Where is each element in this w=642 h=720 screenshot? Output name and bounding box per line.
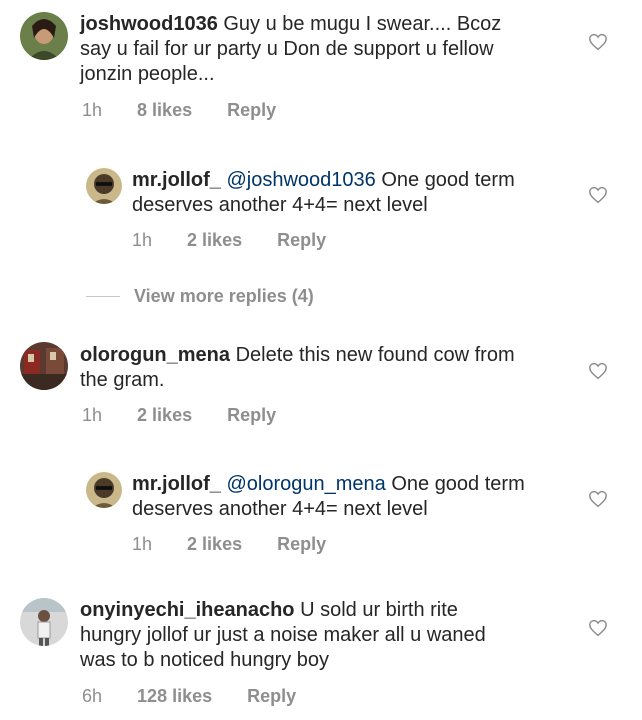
heart-outline-icon[interactable] bbox=[588, 186, 608, 204]
comment-text: onyinyechi_iheanacho U sold ur birth rit… bbox=[80, 598, 520, 673]
comment-time: 1h bbox=[82, 100, 103, 120]
reply-button[interactable]: Reply bbox=[227, 405, 276, 425]
reply-button[interactable]: Reply bbox=[247, 686, 296, 706]
heart-outline-icon[interactable] bbox=[588, 362, 608, 380]
reply-button[interactable]: Reply bbox=[227, 100, 276, 120]
reply-text: mr.jollof_ @olorogun_mena One good term … bbox=[132, 472, 562, 522]
heart-outline-icon[interactable] bbox=[588, 33, 608, 51]
reply-likes[interactable]: 2 likes bbox=[187, 230, 242, 250]
reply-likes[interactable]: 2 likes bbox=[187, 534, 242, 554]
divider-line bbox=[86, 296, 120, 297]
reply-button[interactable]: Reply bbox=[277, 534, 326, 554]
comment-time: 6h bbox=[82, 686, 103, 706]
comment-meta: 6h 128 likes Reply bbox=[82, 686, 326, 707]
reply-button[interactable]: Reply bbox=[277, 230, 326, 250]
view-more-replies-button[interactable]: View more replies (4) bbox=[86, 286, 314, 307]
avatar[interactable] bbox=[20, 12, 68, 60]
comment-username[interactable]: joshwood1036 bbox=[80, 13, 218, 35]
mention-link[interactable]: @olorogun_mena bbox=[226, 473, 385, 495]
reply-text: mr.jollof_ @joshwood1036 One good term d… bbox=[132, 168, 562, 218]
reply-username[interactable]: mr.jollof_ bbox=[132, 169, 221, 191]
reply-time: 1h bbox=[132, 230, 153, 250]
comment-username[interactable]: onyinyechi_iheanacho bbox=[80, 599, 295, 621]
reply-username[interactable]: mr.jollof_ bbox=[132, 473, 221, 495]
avatar[interactable] bbox=[86, 168, 122, 204]
comment-username[interactable]: olorogun_mena bbox=[80, 344, 230, 366]
mention-link[interactable]: @joshwood1036 bbox=[226, 169, 375, 191]
heart-outline-icon[interactable] bbox=[588, 490, 608, 508]
heart-outline-icon[interactable] bbox=[588, 619, 608, 637]
comment-text: olorogun_mena Delete this new found cow … bbox=[80, 343, 520, 393]
comment-meta: 1h 8 likes Reply bbox=[82, 100, 306, 121]
avatar[interactable] bbox=[86, 472, 122, 508]
avatar[interactable] bbox=[20, 598, 68, 646]
comment-text: joshwood1036 Guy u be mugu I swear.... B… bbox=[80, 12, 520, 87]
comment-likes[interactable]: 128 likes bbox=[137, 686, 212, 706]
reply-time: 1h bbox=[132, 534, 153, 554]
comment-likes[interactable]: 8 likes bbox=[137, 100, 192, 120]
reply-meta: 1h 2 likes Reply bbox=[132, 230, 356, 251]
reply-meta: 1h 2 likes Reply bbox=[132, 534, 356, 555]
comment-likes[interactable]: 2 likes bbox=[137, 405, 192, 425]
comment-meta: 1h 2 likes Reply bbox=[82, 405, 306, 426]
comment-time: 1h bbox=[82, 405, 103, 425]
view-more-label[interactable]: View more replies (4) bbox=[134, 286, 314, 307]
avatar[interactable] bbox=[20, 342, 68, 390]
